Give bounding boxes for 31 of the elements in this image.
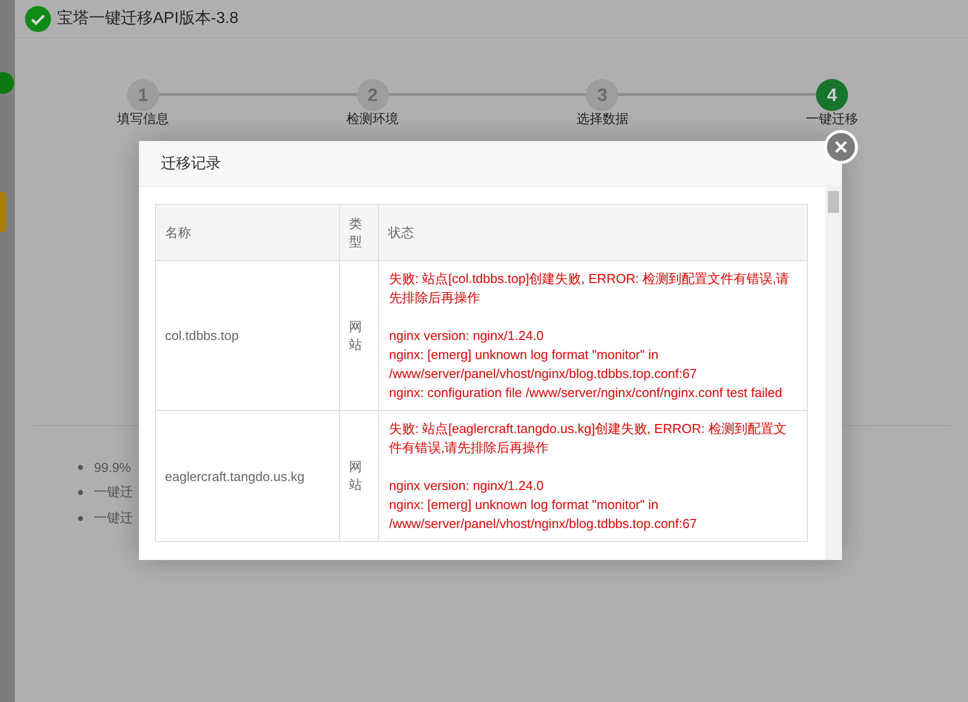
type-cell: 网站 xyxy=(340,260,378,410)
check-icon xyxy=(25,6,51,32)
error-detail: nginx: configuration file /www/server/nginx/conf/nginx.conf test failed xyxy=(389,384,784,402)
error-message: 失败: 站点[eaglercraft.tangdo.us.kg]创建失败, ERROR: 检测到配置文件有错误,请先排除后再操作 xyxy=(389,420,788,457)
bullet-icon xyxy=(78,465,83,470)
name-cell: col.tdbbs.top xyxy=(156,260,340,410)
note-text: 99.9% xyxy=(94,460,131,475)
note-text: 一键迁 xyxy=(94,483,133,501)
error-message: 失败: 站点[col.tdbbs.top]创建失败, ERROR: 检测到配置文件有错误,请先排除后再操作 xyxy=(389,270,790,307)
scrollbar-thumb[interactable] xyxy=(828,191,839,213)
step-label: 选择数据 xyxy=(576,112,628,126)
dialog-title: 迁移记录 xyxy=(161,154,221,173)
error-detail: nginx version: nginx/1.24.0 xyxy=(389,327,545,345)
error-detail: nginx version: nginx/1.24.0 xyxy=(389,477,545,495)
step-label: 一键迁移 xyxy=(806,112,858,126)
side-button[interactable] xyxy=(0,192,6,232)
step-label: 填写信息 xyxy=(117,112,169,126)
bullet-icon xyxy=(78,490,83,494)
type-cell: 网站 xyxy=(340,410,378,542)
step-number: 4 xyxy=(816,79,848,111)
error-detail: nginx: [emerg] unknown log format "monitor" in /www/server/panel/vhost/nginx/blog.tdbbs.top.conf:67 xyxy=(389,496,698,533)
note-text: 一键迁 xyxy=(94,509,133,527)
window-title: 宝塔一键迁移API版本-3.8 xyxy=(57,8,238,29)
column-header: 类型 xyxy=(340,204,378,260)
column-header: 名称 xyxy=(156,204,340,260)
name-cell: eaglercraft.tangdo.us.kg xyxy=(156,410,340,542)
close-icon xyxy=(834,140,848,154)
scrollbar[interactable] xyxy=(825,187,842,560)
column-header: 状态 xyxy=(378,204,808,260)
step-label: 检测环境 xyxy=(346,112,399,126)
bullet-icon xyxy=(78,516,83,520)
